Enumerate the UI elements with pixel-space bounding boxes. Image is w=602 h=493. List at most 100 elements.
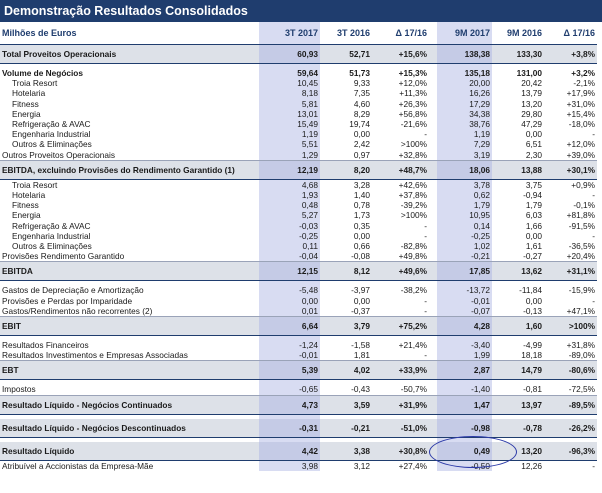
column-spacer <box>429 350 437 362</box>
value-3t-2017: -0,31 <box>259 418 320 438</box>
value-9m-2016: 13,20 <box>492 441 544 461</box>
column-spacer <box>429 210 437 220</box>
delta-3t: -82,8% <box>400 241 427 252</box>
column-spacer <box>429 221 437 231</box>
value-9m-2017: 38,76 <box>437 119 492 130</box>
column-spacer <box>429 261 437 282</box>
value-9m-2016: 1,60 <box>492 316 544 337</box>
value-3t-2017: -0,01 <box>259 350 320 362</box>
table-row: Resultado Líquido - Negócios Continuados… <box>0 395 597 415</box>
value-9m-2016: 13,97 <box>492 395 544 415</box>
value-3t-2017: -5,48 <box>259 285 320 296</box>
value-9m-2017: -0,98 <box>437 418 492 438</box>
delta-9m: - <box>592 129 595 140</box>
value-9m-2016: 0,00 <box>525 129 542 140</box>
delta-3t: +48,7% <box>372 160 429 180</box>
table-row: Energia 5,27 1,73 >100% 10,95 6,03 +81,8% <box>0 210 597 221</box>
value-9m-2017: 135,18 <box>437 68 492 79</box>
delta-3t: - <box>424 295 427 306</box>
delta-9m: -89,5% <box>544 395 597 415</box>
value-9m-2017: -13,72 <box>437 285 492 296</box>
value-9m-2016: -0,13 <box>492 305 544 318</box>
row-label: Provisões Rendimento Garantido <box>0 251 259 263</box>
value-3t-2017: 12,19 <box>259 160 320 180</box>
row-label: Resultado Líquido - Negócios Descontinua… <box>0 418 259 438</box>
value-3t-2016: 8,20 <box>320 160 372 180</box>
value-3t-2017: -0,65 <box>259 384 320 396</box>
delta-3t: +32,8% <box>372 149 429 161</box>
delta-3t: +49,6% <box>372 261 429 282</box>
value-3t-2016: 3,12 <box>353 460 370 471</box>
row-label: EBT <box>0 360 259 381</box>
delta-3t: - <box>372 350 429 362</box>
delta-9m: -26,2% <box>544 418 597 438</box>
column-spacer <box>429 88 437 98</box>
value-3t-2016: -0,21 <box>320 418 372 438</box>
delta-3t: +26,3% <box>398 98 427 109</box>
value-3t-2016: -3,97 <box>351 285 370 296</box>
delta-3t: +27,4% <box>398 460 427 471</box>
row-label: Troia Resort <box>12 78 58 89</box>
column-spacer <box>429 44 437 64</box>
delta-3t: +33,9% <box>372 360 429 381</box>
delta-9m: -91,5% <box>568 220 595 231</box>
value-9m-2017: 138,38 <box>437 44 492 64</box>
value-9m-2017: 18,06 <box>437 160 492 180</box>
delta-9m: -80,6% <box>544 360 597 381</box>
delta-3t: - <box>424 220 427 231</box>
row-label: Hotelaria <box>12 88 46 99</box>
table-row: Energia 13,01 8,29 +56,8% 34,38 29,80 +15,4% <box>0 108 597 120</box>
table-row: Volume de Negócios 59,64 51,73 +15,3% 135,18… <box>0 68 597 79</box>
column-spacer <box>429 190 437 200</box>
report-title: Demonstração Resultados Consolidados <box>0 0 602 22</box>
value-9m-2016: 13,79 <box>521 88 542 99</box>
delta-9m: +3,8% <box>544 44 597 64</box>
delta-9m: -18,0% <box>568 119 595 130</box>
value-9m-2017: -0,21 <box>437 251 492 263</box>
value-9m-2016: 13,88 <box>492 160 544 180</box>
value-3t-2017: 59,64 <box>259 68 320 79</box>
row-label: Energia <box>12 108 41 119</box>
delta-9m: +20,4% <box>544 251 597 263</box>
column-spacer <box>429 340 437 350</box>
row-label: Hotelaria <box>12 190 46 201</box>
value-3t-2016: -1,58 <box>351 340 370 351</box>
row-label: Engenharia Industrial <box>12 230 91 241</box>
row-label: Fitness <box>12 200 39 211</box>
value-3t-2017: 6,64 <box>259 316 320 337</box>
header-9m-2016: 9M 2016 <box>492 22 544 45</box>
value-9m-2017: -0,01 <box>437 295 492 306</box>
delta-9m: +81,8% <box>566 210 595 221</box>
header-9m-2017: 9M 2017 <box>437 22 492 45</box>
delta-3t: +30,8% <box>372 441 429 461</box>
delta-3t: +42,6% <box>398 179 427 190</box>
value-3t-2017: 5,51 <box>259 139 320 150</box>
table-row: Troia Resort 4,68 3,28 +42,6% 3,78 3,75 +0,9% <box>0 179 597 191</box>
value-9m-2016: 1,79 <box>525 200 542 211</box>
value-9m-2017: 34,38 <box>437 108 492 120</box>
delta-3t: -51,0% <box>372 418 429 438</box>
row-label: Provisões e Perdas por Imparidade <box>2 295 133 306</box>
table-row: Outros & Eliminações 0,11 0,66 -82,8% 1,02 1,… <box>0 241 597 252</box>
value-9m-2017: 1,19 <box>437 129 492 140</box>
value-9m-2017: 10,95 <box>437 210 492 221</box>
row-label: Total Proveitos Operacionais <box>0 44 259 64</box>
value-3t-2017: 4,68 <box>259 179 320 191</box>
value-9m-2017: -0,50 <box>437 460 492 471</box>
delta-9m: -96,3% <box>544 441 597 461</box>
row-label: Resultado Líquido <box>0 441 259 461</box>
value-9m-2016: -4,99 <box>523 340 542 351</box>
value-3t-2017: 10,45 <box>259 78 320 89</box>
value-3t-2016: 1,40 <box>353 190 370 201</box>
delta-3t: +11,3% <box>399 88 427 99</box>
row-label: Troia Resort <box>12 179 58 190</box>
value-9m-2016: 20,42 <box>521 78 542 89</box>
row-label: Impostos <box>0 384 259 396</box>
row-label: EBITDA <box>0 261 259 282</box>
column-spacer <box>429 460 437 471</box>
value-3t-2017: 4,73 <box>259 395 320 415</box>
value-3t-2017: 0,11 <box>259 241 320 252</box>
delta-9m: +30,1% <box>544 160 597 180</box>
value-3t-2016: 3,28 <box>353 179 370 190</box>
table-row: EBITDA 12,15 8,12 +49,6% 17,85 13,62 +31,1% <box>0 261 597 282</box>
